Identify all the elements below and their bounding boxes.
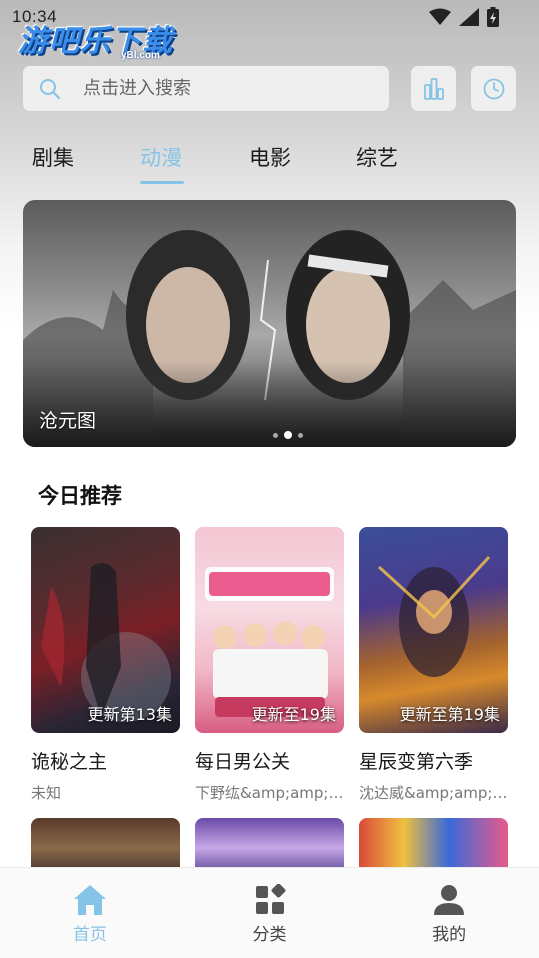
tab-variety[interactable]: 综艺 bbox=[356, 142, 398, 172]
user-icon bbox=[434, 885, 465, 915]
featured-banner[interactable]: 沧元图 bbox=[23, 200, 516, 447]
active-tab-indicator bbox=[140, 181, 184, 184]
tab-anime[interactable]: 动漫 bbox=[140, 142, 182, 172]
recommend-card[interactable]: 更新至第19集 星辰变第六季 沈达威&amp;amp;amp;amp;... bbox=[359, 527, 508, 803]
carousel-dot[interactable] bbox=[273, 432, 278, 438]
tab-movies[interactable]: 电影 bbox=[249, 142, 291, 172]
card-title: 诡秘之主 bbox=[31, 751, 108, 773]
ranking-button[interactable] bbox=[411, 66, 456, 111]
carousel-dot-active[interactable] bbox=[284, 431, 292, 439]
search-input[interactable] bbox=[83, 78, 343, 99]
recommend-card[interactable]: 更新第13集 诡秘之主 未知 bbox=[31, 527, 180, 803]
nav-profile[interactable]: 我的 bbox=[359, 868, 539, 958]
history-button[interactable] bbox=[471, 66, 516, 111]
card-subtitle: 下野纮&amp;amp;amp;amp;... bbox=[195, 784, 344, 802]
wifi-icon bbox=[429, 8, 451, 25]
clock-icon bbox=[483, 78, 504, 99]
chart-icon bbox=[423, 77, 444, 100]
search-bar[interactable] bbox=[23, 66, 389, 111]
card-subtitle: 未知 bbox=[31, 784, 62, 802]
category-tabs: 剧集 动漫 电影 综艺 bbox=[0, 136, 539, 186]
tab-series[interactable]: 剧集 bbox=[32, 142, 74, 172]
battery-icon bbox=[487, 7, 499, 27]
signal-icon bbox=[459, 8, 479, 26]
app-logo-sub: yBl.com bbox=[121, 50, 160, 61]
episode-badge: 更新第13集 bbox=[87, 705, 172, 724]
poster-image: 更新第13集 bbox=[31, 527, 180, 733]
bottom-navigation: 首页 分类 我的 bbox=[0, 867, 539, 958]
carousel-dot[interactable] bbox=[298, 432, 303, 438]
home-icon bbox=[73, 885, 106, 915]
episode-badge: 更新至第19集 bbox=[399, 705, 500, 724]
nav-category[interactable]: 分类 bbox=[180, 868, 360, 958]
poster-image: 更新至第19集 bbox=[359, 527, 508, 733]
nav-profile-label: 我的 bbox=[432, 925, 467, 945]
search-icon bbox=[40, 78, 61, 99]
poster-image: 更新至19集 bbox=[195, 527, 344, 733]
status-icons bbox=[429, 7, 499, 27]
category-icon bbox=[255, 884, 285, 914]
card-title: 星辰变第六季 bbox=[359, 751, 474, 773]
section-title: 今日推荐 bbox=[38, 484, 122, 508]
card-subtitle: 沈达威&amp;amp;amp;amp;... bbox=[359, 784, 508, 802]
banner-image bbox=[23, 200, 516, 447]
banner-title: 沧元图 bbox=[39, 410, 97, 432]
episode-badge: 更新至19集 bbox=[251, 705, 336, 724]
recommend-card[interactable]: 更新至19集 每日男公关 下野纮&amp;amp;amp;amp;... bbox=[195, 527, 344, 803]
card-title: 每日男公关 bbox=[195, 751, 291, 773]
nav-home-label: 首页 bbox=[72, 925, 107, 945]
nav-home[interactable]: 首页 bbox=[0, 868, 180, 958]
nav-category-label: 分类 bbox=[252, 925, 287, 945]
carousel-indicator bbox=[273, 431, 303, 439]
